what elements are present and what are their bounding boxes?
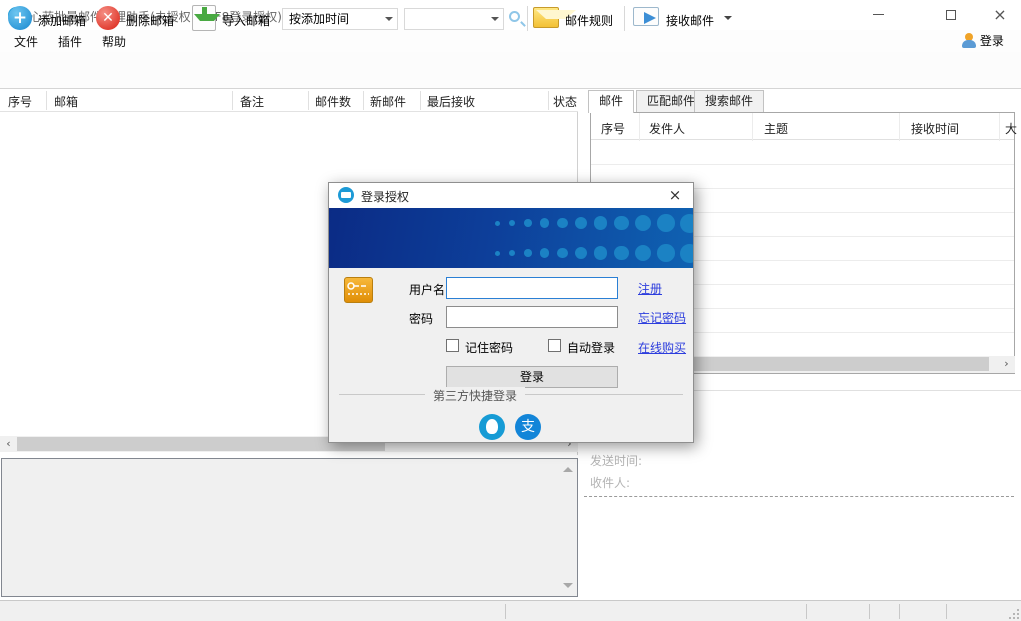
- col-index[interactable]: 序号: [8, 93, 32, 110]
- log-vertical-scrollbar[interactable]: [560, 461, 575, 594]
- status-separator: [946, 604, 947, 619]
- mail-table-header: 序号 发件人 主题 接收时间 大: [591, 113, 1014, 140]
- add-mailbox-button[interactable]: 添加邮箱: [38, 12, 86, 29]
- app-logo-icon: [338, 187, 354, 203]
- sort-order-value: 按添加时间: [289, 12, 349, 26]
- menu-help[interactable]: 帮助: [102, 33, 126, 50]
- status-separator: [505, 604, 506, 619]
- minimize-icon: [873, 14, 884, 15]
- scroll-right-icon[interactable]: ›: [998, 356, 1015, 372]
- status-bar: 就绪 4、定制插件等请联系客服QQ276548160 邮箱数: 0 0/0 请登…: [0, 600, 1021, 621]
- remember-password-checkbox[interactable]: [446, 339, 459, 352]
- dialog-close-icon[interactable]: ×: [665, 186, 685, 204]
- column-divider[interactable]: [420, 91, 421, 110]
- qq-login-icon[interactable]: [479, 414, 505, 440]
- third-party-label: 第三方快捷登录: [425, 387, 525, 404]
- dialog-title: 登录授权: [361, 188, 409, 205]
- toolbar: [0, 52, 1021, 89]
- delete-mailbox-icon[interactable]: ✕: [96, 6, 120, 30]
- minimize-button[interactable]: [855, 0, 901, 30]
- mail-rules-icon[interactable]: [533, 7, 559, 28]
- receive-mail-button[interactable]: 接收邮件: [666, 12, 714, 29]
- col-receive-time[interactable]: 接收时间: [911, 120, 959, 137]
- menu-file[interactable]: 文件: [14, 33, 38, 50]
- chevron-down-icon: [385, 17, 393, 21]
- resize-grip[interactable]: [1009, 609, 1019, 619]
- mail-rules-button[interactable]: 邮件规则: [565, 12, 613, 29]
- menu-plugins[interactable]: 插件: [58, 33, 82, 50]
- import-mailbox-button[interactable]: 导入邮箱: [222, 12, 270, 29]
- status-separator: [869, 604, 870, 619]
- col-last-receive[interactable]: 最后接收: [427, 93, 475, 110]
- person-icon: [962, 33, 976, 48]
- col-subject[interactable]: 主题: [764, 120, 788, 137]
- remember-password-label[interactable]: 记住密码: [465, 339, 513, 356]
- receive-mail-icon[interactable]: [633, 7, 659, 26]
- col-mailbox[interactable]: 邮箱: [54, 93, 78, 110]
- sort-order-combobox[interactable]: 按添加时间: [282, 8, 398, 30]
- delete-mailbox-button[interactable]: 删除邮箱: [126, 12, 174, 29]
- toolbar-separator: [624, 6, 625, 31]
- status-separator: [899, 604, 900, 619]
- maximize-icon: [946, 10, 956, 20]
- auto-login-checkbox[interactable]: [548, 339, 561, 352]
- close-button[interactable]: ×: [977, 0, 1021, 30]
- scroll-left-icon[interactable]: ‹: [0, 436, 17, 452]
- preview-divider: [584, 496, 1014, 497]
- column-divider[interactable]: [308, 91, 309, 110]
- status-separator: [806, 604, 807, 619]
- login-button[interactable]: 登录: [446, 366, 618, 388]
- username-label: 用户名: [409, 281, 445, 298]
- register-link[interactable]: 注册: [638, 280, 662, 297]
- menu-login-label: 登录: [980, 34, 1004, 48]
- search-combobox[interactable]: [404, 8, 504, 30]
- maximize-button[interactable]: [928, 0, 974, 30]
- forgot-password-link[interactable]: 忘记密码: [638, 309, 686, 326]
- receive-mail-dropdown-icon[interactable]: [724, 16, 732, 20]
- col-sender[interactable]: 发件人: [649, 120, 685, 137]
- menu-login-button[interactable]: 登录: [962, 32, 1004, 49]
- col-new-mail[interactable]: 新邮件: [370, 93, 406, 110]
- column-divider[interactable]: [548, 91, 549, 110]
- col-status[interactable]: 状态: [553, 93, 577, 110]
- import-mailbox-icon[interactable]: [192, 5, 216, 31]
- column-divider[interactable]: [363, 91, 364, 110]
- username-input[interactable]: [446, 277, 618, 299]
- login-dialog: 登录授权 × 用户名 注册 密码 忘记密码 记住密码 自动登录 在线购买 登录 …: [328, 182, 694, 443]
- col-note[interactable]: 备注: [240, 93, 264, 110]
- toolbar-separator: [527, 6, 528, 31]
- log-textarea[interactable]: [1, 458, 578, 597]
- column-divider[interactable]: [46, 91, 47, 110]
- col-mail-count[interactable]: 邮件数: [315, 93, 351, 110]
- column-divider[interactable]: [232, 91, 233, 110]
- app-window: 心蓝批量邮件管理助手(未授权，按F8登录授权) × 文件 插件 帮助 登录 + …: [0, 0, 1021, 621]
- password-input[interactable]: [446, 306, 618, 328]
- password-label: 密码: [409, 310, 433, 327]
- dialog-title-bar: 登录授权 ×: [329, 183, 693, 208]
- menu-bar: [0, 30, 1021, 52]
- send-time-label: 发送时间:: [590, 452, 642, 469]
- key-icon: [344, 277, 373, 303]
- buy-online-link[interactable]: 在线购买: [638, 339, 686, 356]
- mailbox-table-header: 序号 邮箱 备注 邮件数 新邮件 最后接收 状态: [0, 89, 578, 112]
- scroll-down-icon[interactable]: [563, 583, 573, 588]
- search-icon[interactable]: [509, 11, 520, 22]
- col-size[interactable]: 大: [1005, 120, 1017, 137]
- alipay-login-icon[interactable]: 支: [515, 414, 541, 440]
- add-mailbox-icon[interactable]: +: [8, 6, 32, 30]
- scroll-up-icon[interactable]: [563, 467, 573, 472]
- recipient-label: 收件人:: [590, 474, 630, 491]
- tab-mail[interactable]: 邮件: [588, 90, 634, 113]
- auto-login-label[interactable]: 自动登录: [567, 339, 615, 356]
- col-index[interactable]: 序号: [601, 120, 625, 137]
- chevron-down-icon: [491, 17, 499, 21]
- dialog-banner: [329, 208, 693, 268]
- tab-search-mail[interactable]: 搜索邮件: [694, 90, 764, 112]
